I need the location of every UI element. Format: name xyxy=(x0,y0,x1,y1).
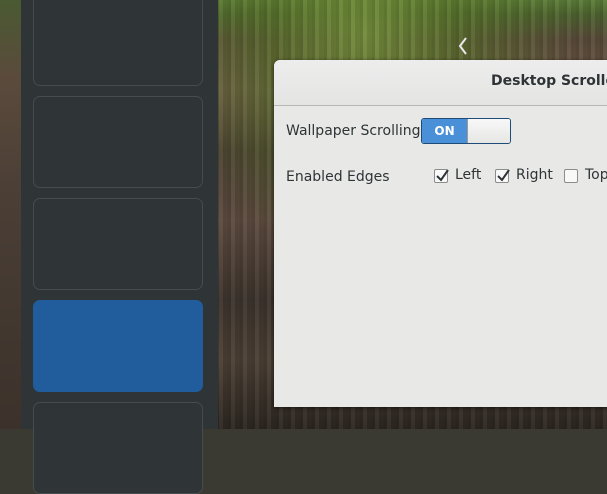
edge-right-label[interactable]: Right xyxy=(516,167,553,183)
switch-on-text: ON xyxy=(422,119,467,143)
workspace-thumbnail[interactable] xyxy=(33,402,203,494)
enabled-edges-label: Enabled Edges xyxy=(286,169,390,185)
dialog-titlebar[interactable]: Desktop Scroller xyxy=(274,60,607,106)
edge-right-checkbox[interactable] xyxy=(495,169,510,183)
checkmark-icon xyxy=(436,169,449,182)
checkmark-icon xyxy=(497,169,510,182)
wallpaper-left-edge xyxy=(0,0,21,429)
workspace-switcher xyxy=(21,0,218,494)
switch-knob[interactable] xyxy=(467,119,510,143)
wallpaper-scrolling-label: Wallpaper Scrolling xyxy=(286,123,421,139)
edge-top-checkbox[interactable] xyxy=(564,169,578,183)
workspace-thumbnail-active[interactable] xyxy=(33,300,203,392)
edge-left-checkbox[interactable] xyxy=(434,169,449,183)
edge-left-label[interactable]: Left xyxy=(455,167,481,183)
workspace-thumbnail[interactable] xyxy=(33,96,203,188)
workspace-thumbnail[interactable] xyxy=(33,198,203,290)
edge-top-label[interactable]: Top xyxy=(585,167,607,183)
wallpaper-scrolling-switch[interactable]: ON xyxy=(421,118,511,144)
desktop-scroller-dialog: Desktop Scroller Wallpaper Scrolling ON … xyxy=(274,60,607,407)
workspace-thumbnail[interactable] xyxy=(33,0,203,86)
chevron-left-icon[interactable] xyxy=(458,36,472,56)
dialog-title: Desktop Scroller xyxy=(491,73,607,89)
